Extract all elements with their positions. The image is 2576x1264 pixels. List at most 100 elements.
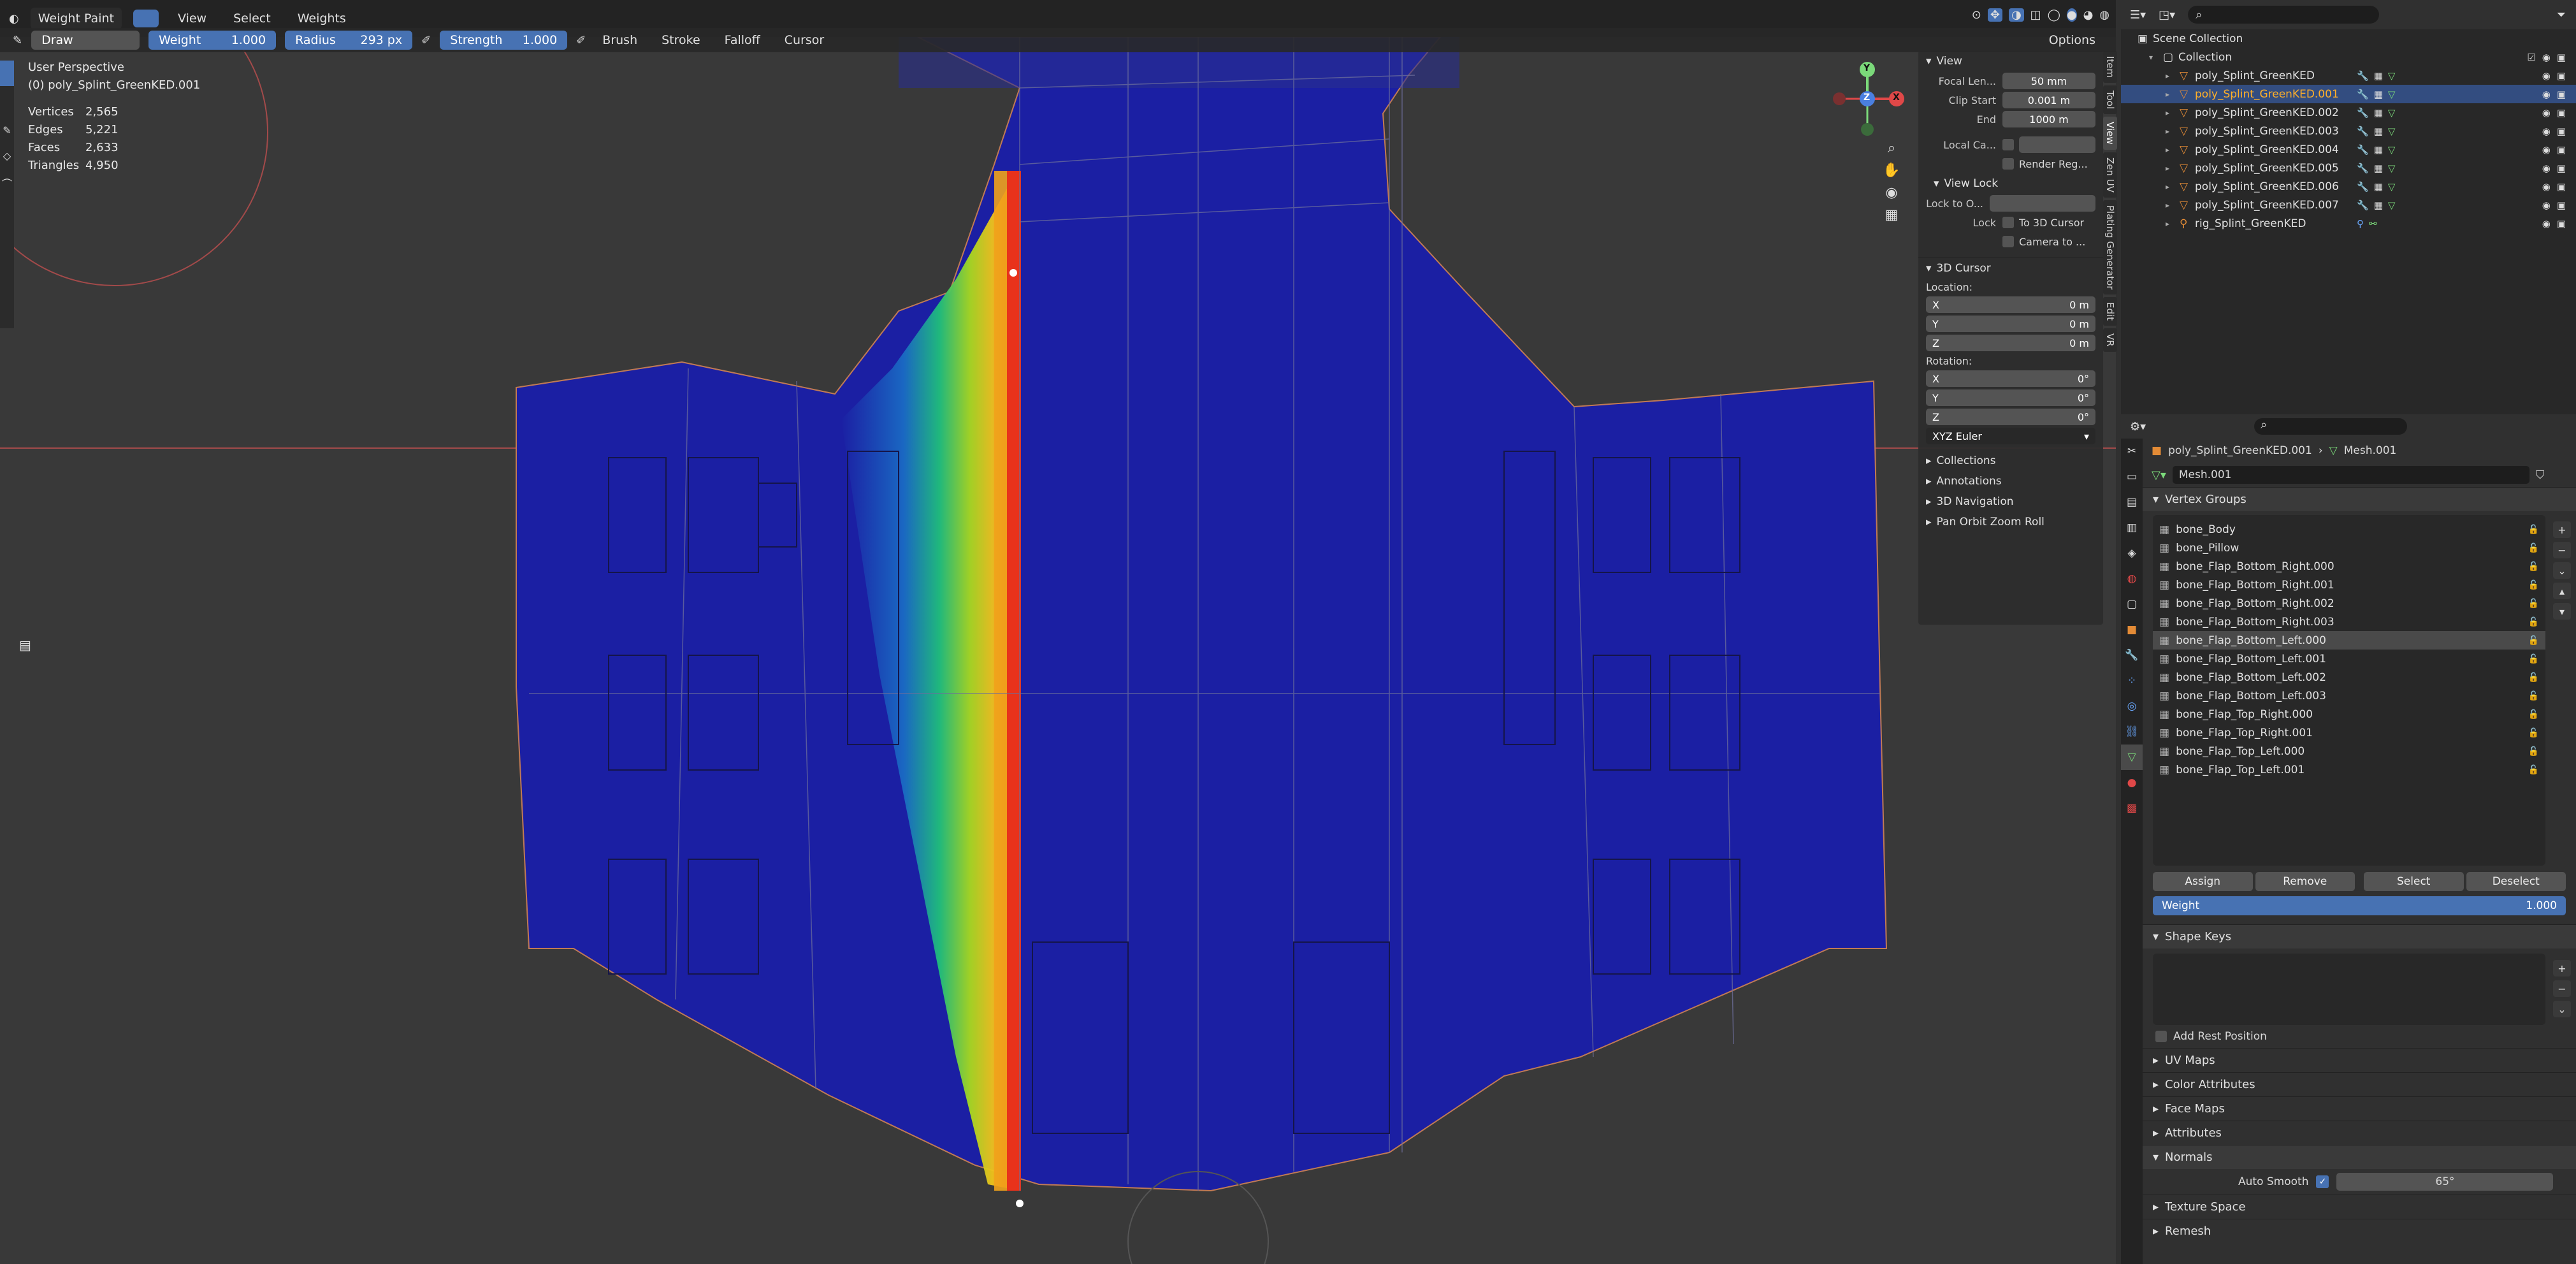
brush-dropdown[interactable]: Brush [595, 29, 645, 51]
rotation-mode-select[interactable]: XYZ Euler ▾ [1926, 428, 2095, 444]
eye-icon[interactable]: ◉ [2542, 218, 2551, 229]
add-rest-position-checkbox[interactable] [2155, 1031, 2167, 1042]
move-down-button[interactable]: ▾ [2553, 603, 2571, 620]
menu-weights[interactable]: Weights [290, 8, 354, 29]
expand-icon[interactable]: ▸ [2166, 145, 2180, 154]
material-tab-icon[interactable]: ● [2121, 770, 2143, 795]
camera-icon[interactable]: ▣ [2557, 89, 2566, 100]
outliner-item[interactable]: ▸ ▽ poly_Splint_GreenKED.004 🔧 ▦ ▽ ◉ ▣ [2121, 140, 2576, 159]
lock-icon[interactable]: 🔓 [2528, 746, 2539, 757]
render-region-checkbox[interactable] [2002, 158, 2014, 170]
add-shape-key-button[interactable]: + [2553, 960, 2571, 977]
brush-name-field[interactable]: Draw [31, 31, 140, 50]
eye-icon[interactable]: ◉ [2542, 52, 2551, 63]
editor-type-icon[interactable]: ⚙▾ [2130, 420, 2146, 433]
texture-tab-icon[interactable]: ▩ [2121, 795, 2143, 821]
vertex-group-item[interactable]: ▦ bone_Flap_Top_Right.001 🔓 [2153, 723, 2545, 742]
gizmo-toggle-icon[interactable]: ✥ [1987, 8, 2002, 22]
mode-selector[interactable]: Weight Paint [30, 8, 122, 29]
cursor-location-y[interactable]: Y0 m [1926, 316, 2095, 332]
checkbox-icon[interactable]: ☑ [2527, 52, 2535, 63]
zoom-icon[interactable]: ⌕ [1888, 140, 1895, 156]
lock-icon[interactable]: 🔓 [2528, 709, 2539, 720]
vertex-group-item[interactable]: ▦ bone_Pillow 🔓 [2153, 539, 2545, 557]
eye-icon[interactable]: ◉ [2542, 144, 2551, 156]
vertex-group-item[interactable]: ▦ bone_Flap_Top_Right.000 🔓 [2153, 705, 2545, 723]
lock-to-cursor-checkbox[interactable] [2002, 217, 2014, 228]
vertex-group-item[interactable]: ▦ bone_Flap_Top_Left.001 🔓 [2153, 760, 2545, 779]
3d-navigation-section[interactable]: ▸ 3D Navigation [1918, 491, 2103, 512]
vertex-group-item[interactable]: ▦ bone_Flap_Bottom_Left.001 🔓 [2153, 650, 2545, 668]
view-layer-tab-icon[interactable]: ▥ [2121, 515, 2143, 541]
vertex-group-specials-button[interactable]: ⌄ [2553, 562, 2571, 579]
toolbar-toggle-icon[interactable]: ▤ [19, 637, 36, 654]
world-tab-icon[interactable]: ◍ [2121, 566, 2143, 592]
collections-section[interactable]: ▸ Collections [1918, 451, 2103, 471]
outliner-item[interactable]: ▸ ▽ poly_Splint_GreenKED.001 🔧 ▦ ▽ ◉ ▣ [2121, 85, 2576, 103]
search-field[interactable]: ⌕ [2188, 6, 2380, 24]
tab-edit[interactable]: Edit [2103, 297, 2117, 326]
move-up-button[interactable]: ▴ [2553, 583, 2571, 599]
constraints-tab-icon[interactable]: ⛓ [2121, 719, 2143, 745]
eye-icon[interactable]: ◉ [2542, 126, 2551, 137]
brush-tool-icon[interactable] [0, 61, 14, 86]
radius-pressure-icon[interactable]: ✐ [421, 34, 431, 47]
tab-vr[interactable]: VR [2103, 328, 2117, 352]
deselect-button[interactable]: Deselect [2466, 872, 2566, 891]
vertex-group-item[interactable]: ▦ bone_Flap_Bottom_Left.003 🔓 [2153, 686, 2545, 705]
vertex-groups-header[interactable]: ▾ Vertex Groups [2143, 487, 2576, 511]
view-section-header[interactable]: ▾ View [1918, 51, 2103, 71]
camera-icon[interactable]: ▣ [2557, 70, 2566, 82]
cursor-rotation-z[interactable]: Z 0° [1926, 409, 2095, 425]
data-tab-icon[interactable]: ▽ [2121, 745, 2143, 770]
annotations-section[interactable]: ▸ Annotations [1918, 471, 2103, 491]
camera-icon[interactable]: ◉ [1885, 185, 1897, 201]
solid-shading-icon[interactable]: ● [2066, 8, 2077, 22]
outliner-item[interactable]: ▸ ▽ poly_Splint_GreenKED.006 🔧 ▦ ▽ ◉ ▣ [2121, 177, 2576, 196]
add-rest-position-row[interactable]: Add Rest Position [2143, 1025, 2576, 1048]
vertex-group-item[interactable]: ▦ bone_Flap_Bottom_Left.002 🔓 [2153, 668, 2545, 686]
output-tab-icon[interactable]: ▤ [2121, 490, 2143, 515]
eye-icon[interactable]: ◉ [2542, 163, 2551, 174]
camera-icon[interactable]: ▣ [2557, 163, 2566, 174]
camera-icon[interactable]: ▣ [2557, 107, 2566, 119]
camera-icon[interactable]: ▣ [2557, 52, 2566, 63]
expand-icon[interactable]: ▸ [2166, 219, 2180, 228]
falloff-dropdown[interactable]: Falloff [717, 29, 768, 51]
tab-item[interactable]: Item [2103, 51, 2117, 84]
eye-icon[interactable]: ◉ [2542, 200, 2551, 211]
outliner-item[interactable]: ▸ ▽ poly_Splint_GreenKED.003 🔧 ▦ ▽ ◉ ▣ [2121, 122, 2576, 140]
view-lock-header[interactable]: ▾ View Lock [1918, 173, 2103, 194]
lock-icon[interactable]: 🔓 [2528, 728, 2539, 738]
shape-keys-header[interactable]: ▾ Shape Keys [2143, 924, 2576, 948]
collection-row[interactable]: ▾ ▢ Collection ☑ ◉ ▣ [2121, 48, 2576, 66]
options-dropdown[interactable]: Options [2041, 29, 2103, 51]
vertex-group-item[interactable]: ▦ bone_Flap_Bottom_Right.002 🔓 [2153, 594, 2545, 613]
mesh-data-icon[interactable]: ▽▾ [2152, 469, 2166, 482]
face-maps-section[interactable]: ▸ Face Maps [2143, 1096, 2576, 1121]
radius-field[interactable]: Radius 293 px [285, 31, 413, 50]
auto-smooth-angle-field[interactable]: 65° [2336, 1173, 2554, 1191]
select-button[interactable]: Select [2364, 872, 2464, 891]
group-weight-field[interactable]: Weight 1.000 [2153, 896, 2566, 915]
outliner-item[interactable]: ▸ ▽ poly_Splint_GreenKED.007 🔧 ▦ ▽ ◉ ▣ [2121, 196, 2576, 214]
attributes-section[interactable]: ▸ Attributes [2143, 1121, 2576, 1145]
cursor-rotation-x[interactable]: X 0° [1926, 370, 2095, 387]
remove-vertex-group-button[interactable]: − [2553, 542, 2571, 558]
assign-button[interactable]: Assign [2153, 872, 2253, 891]
scene-tab-icon[interactable]: ◈ [2121, 541, 2143, 566]
expand-icon[interactable]: ▸ [2166, 201, 2180, 210]
rendered-shading-icon[interactable]: ◍ [2099, 8, 2109, 22]
brush-icon[interactable]: ✎ [13, 34, 22, 47]
remove-button[interactable]: Remove [2255, 872, 2355, 891]
cursor-location-x[interactable]: X0 m [1926, 296, 2095, 313]
camera-to-view-checkbox[interactable] [2002, 236, 2014, 247]
outliner-item[interactable]: ▸ ▽ poly_Splint_GreenKED.005 🔧 ▦ ▽ ◉ ▣ [2121, 159, 2576, 177]
lock-icon[interactable]: 🔓 [2528, 636, 2539, 646]
lock-icon[interactable]: 🔓 [2528, 617, 2539, 627]
eye-icon[interactable]: ◉ [2542, 181, 2551, 193]
lock-icon[interactable]: 🔓 [2528, 543, 2539, 553]
focal-length-field[interactable]: 50 mm [2002, 73, 2095, 89]
menu-view[interactable]: View [170, 8, 214, 29]
navigation-gizmo[interactable]: Y X Z [1829, 61, 1906, 137]
